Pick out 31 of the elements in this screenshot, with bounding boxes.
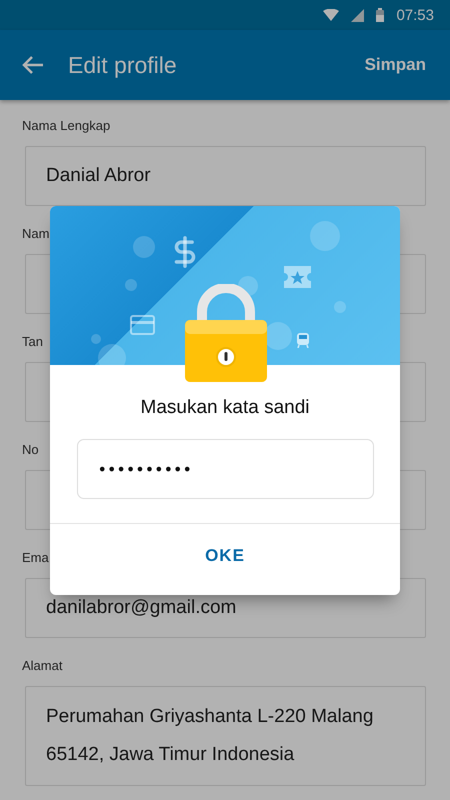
bubble-decoration: [334, 301, 346, 313]
save-button[interactable]: Simpan: [364, 55, 426, 75]
field-label: Ema: [22, 550, 49, 567]
bubble-decoration: [310, 221, 340, 251]
bubble-decoration: [133, 236, 155, 258]
text-field[interactable]: Perumahan Griyashanta L-220 Malang 65142, Jawa Timur Indonesia: [25, 686, 426, 786]
field-value: Perumahan Griyashanta L-220 Malang 65142, Jawa Timur Indonesia: [46, 705, 374, 767]
text-field[interactable]: Danial Abror: [25, 146, 426, 206]
field-label: Nam: [22, 226, 50, 243]
padlock-icon: [184, 284, 268, 384]
password-field[interactable]: ••••••••••: [76, 439, 374, 499]
bubble-decoration: [125, 279, 137, 291]
ticket-icon: [284, 266, 311, 288]
card-icon: [130, 315, 155, 335]
field-label: Nama Lengkap: [22, 118, 110, 135]
field-label: Alamat: [22, 658, 62, 675]
signal-icon: [351, 8, 364, 22]
ok-button[interactable]: OKE: [189, 538, 261, 574]
field-value: danilabror@gmail.com: [46, 596, 236, 620]
train-icon: [297, 333, 309, 348]
field-label: No: [22, 442, 39, 459]
bubble-decoration: [264, 322, 292, 350]
field-label: Tan: [22, 334, 43, 351]
wifi-icon: [323, 9, 340, 21]
bubble-decoration: [238, 276, 258, 296]
battery-icon: [376, 8, 384, 22]
status-time: 07:53: [396, 6, 434, 24]
dialog-title: Masukan kata sandi: [140, 397, 310, 419]
screen-title: Edit profile: [68, 52, 178, 78]
field-value: Danial Abror: [46, 164, 151, 188]
back-arrow-icon[interactable]: [22, 55, 44, 75]
